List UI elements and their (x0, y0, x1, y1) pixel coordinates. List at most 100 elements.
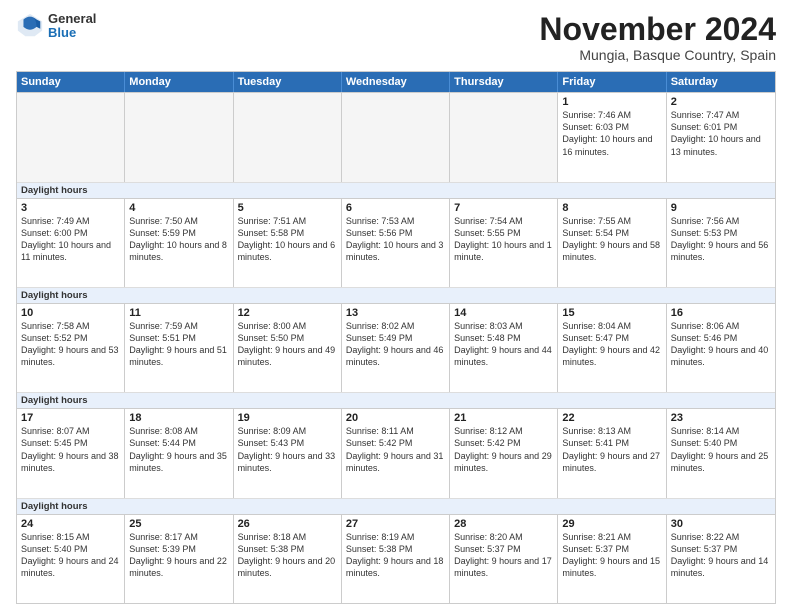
cell-info: Sunrise: 7:53 AM Sunset: 5:56 PM Dayligh… (346, 215, 445, 264)
cell-info: Sunrise: 8:07 AM Sunset: 5:45 PM Dayligh… (21, 425, 120, 474)
cal-cell: 24Sunrise: 8:15 AM Sunset: 5:40 PM Dayli… (17, 515, 125, 603)
cell-info: Sunrise: 8:02 AM Sunset: 5:49 PM Dayligh… (346, 320, 445, 369)
calendar-header: SundayMondayTuesdayWednesdayThursdayFrid… (17, 72, 775, 92)
cal-cell: 11Sunrise: 7:59 AM Sunset: 5:51 PM Dayli… (125, 304, 233, 392)
cell-info: Sunrise: 8:14 AM Sunset: 5:40 PM Dayligh… (671, 425, 771, 474)
day-number: 29 (562, 518, 661, 530)
week-row-2: 3Sunrise: 7:49 AM Sunset: 6:00 PM Daylig… (17, 198, 775, 287)
day-number: 24 (21, 518, 120, 530)
cal-cell (342, 93, 450, 181)
cell-info: Sunrise: 8:11 AM Sunset: 5:42 PM Dayligh… (346, 425, 445, 474)
cal-cell: 4Sunrise: 7:50 AM Sunset: 5:59 PM Daylig… (125, 199, 233, 287)
cell-info: Sunrise: 8:19 AM Sunset: 5:38 PM Dayligh… (346, 531, 445, 580)
daylight-label: Daylight hours (21, 290, 88, 301)
cell-info: Sunrise: 8:13 AM Sunset: 5:41 PM Dayligh… (562, 425, 661, 474)
day-number: 10 (21, 307, 120, 319)
cal-cell: 18Sunrise: 8:08 AM Sunset: 5:44 PM Dayli… (125, 409, 233, 497)
day-number: 28 (454, 518, 553, 530)
header-cell-friday: Friday (558, 72, 666, 92)
daylight-row: Daylight hours (17, 498, 775, 514)
cal-cell: 22Sunrise: 8:13 AM Sunset: 5:41 PM Dayli… (558, 409, 666, 497)
cal-cell: 16Sunrise: 8:06 AM Sunset: 5:46 PM Dayli… (667, 304, 775, 392)
day-number: 15 (562, 307, 661, 319)
daylight-label: Daylight hours (21, 185, 88, 196)
day-number: 6 (346, 202, 445, 214)
week-row-5: 24Sunrise: 8:15 AM Sunset: 5:40 PM Dayli… (17, 514, 775, 603)
cell-info: Sunrise: 7:55 AM Sunset: 5:54 PM Dayligh… (562, 215, 661, 264)
cell-info: Sunrise: 7:46 AM Sunset: 6:03 PM Dayligh… (562, 109, 661, 158)
day-number: 30 (671, 518, 771, 530)
day-number: 13 (346, 307, 445, 319)
logo-text: General Blue (48, 12, 96, 41)
cal-cell: 9Sunrise: 7:56 AM Sunset: 5:53 PM Daylig… (667, 199, 775, 287)
day-number: 9 (671, 202, 771, 214)
week-row-4: 17Sunrise: 8:07 AM Sunset: 5:45 PM Dayli… (17, 408, 775, 497)
cal-cell: 12Sunrise: 8:00 AM Sunset: 5:50 PM Dayli… (234, 304, 342, 392)
cell-info: Sunrise: 8:00 AM Sunset: 5:50 PM Dayligh… (238, 320, 337, 369)
day-number: 25 (129, 518, 228, 530)
header-cell-saturday: Saturday (667, 72, 775, 92)
day-number: 12 (238, 307, 337, 319)
cal-cell (17, 93, 125, 181)
logo: General Blue (16, 12, 96, 41)
cell-info: Sunrise: 8:03 AM Sunset: 5:48 PM Dayligh… (454, 320, 553, 369)
subtitle: Mungia, Basque Country, Spain (539, 47, 776, 63)
logo-general-text: General (48, 12, 96, 26)
day-number: 26 (238, 518, 337, 530)
cal-cell: 13Sunrise: 8:02 AM Sunset: 5:49 PM Dayli… (342, 304, 450, 392)
cell-info: Sunrise: 8:15 AM Sunset: 5:40 PM Dayligh… (21, 531, 120, 580)
header-cell-thursday: Thursday (450, 72, 558, 92)
cell-info: Sunrise: 7:58 AM Sunset: 5:52 PM Dayligh… (21, 320, 120, 369)
day-number: 5 (238, 202, 337, 214)
cell-info: Sunrise: 8:12 AM Sunset: 5:42 PM Dayligh… (454, 425, 553, 474)
day-number: 4 (129, 202, 228, 214)
cal-cell: 5Sunrise: 7:51 AM Sunset: 5:58 PM Daylig… (234, 199, 342, 287)
cal-cell: 17Sunrise: 8:07 AM Sunset: 5:45 PM Dayli… (17, 409, 125, 497)
cal-cell: 2Sunrise: 7:47 AM Sunset: 6:01 PM Daylig… (667, 93, 775, 181)
cal-cell: 1Sunrise: 7:46 AM Sunset: 6:03 PM Daylig… (558, 93, 666, 181)
day-number: 11 (129, 307, 228, 319)
day-number: 2 (671, 96, 771, 108)
header: General Blue November 2024 Mungia, Basqu… (16, 12, 776, 63)
day-number: 16 (671, 307, 771, 319)
header-cell-wednesday: Wednesday (342, 72, 450, 92)
daylight-label: Daylight hours (21, 395, 88, 406)
cal-cell: 26Sunrise: 8:18 AM Sunset: 5:38 PM Dayli… (234, 515, 342, 603)
cal-cell: 29Sunrise: 8:21 AM Sunset: 5:37 PM Dayli… (558, 515, 666, 603)
week-row-3: 10Sunrise: 7:58 AM Sunset: 5:52 PM Dayli… (17, 303, 775, 392)
cell-info: Sunrise: 8:22 AM Sunset: 5:37 PM Dayligh… (671, 531, 771, 580)
header-cell-tuesday: Tuesday (234, 72, 342, 92)
cal-cell: 21Sunrise: 8:12 AM Sunset: 5:42 PM Dayli… (450, 409, 558, 497)
day-number: 18 (129, 412, 228, 424)
logo-blue-text: Blue (48, 26, 96, 40)
cal-cell (450, 93, 558, 181)
calendar-body: 1Sunrise: 7:46 AM Sunset: 6:03 PM Daylig… (17, 92, 775, 603)
main-title: November 2024 (539, 12, 776, 47)
cal-cell (234, 93, 342, 181)
cal-cell: 28Sunrise: 8:20 AM Sunset: 5:37 PM Dayli… (450, 515, 558, 603)
day-number: 23 (671, 412, 771, 424)
day-number: 19 (238, 412, 337, 424)
cell-info: Sunrise: 8:21 AM Sunset: 5:37 PM Dayligh… (562, 531, 661, 580)
cal-cell: 6Sunrise: 7:53 AM Sunset: 5:56 PM Daylig… (342, 199, 450, 287)
cal-cell: 19Sunrise: 8:09 AM Sunset: 5:43 PM Dayli… (234, 409, 342, 497)
cell-info: Sunrise: 8:06 AM Sunset: 5:46 PM Dayligh… (671, 320, 771, 369)
title-block: November 2024 Mungia, Basque Country, Sp… (539, 12, 776, 63)
cell-info: Sunrise: 8:09 AM Sunset: 5:43 PM Dayligh… (238, 425, 337, 474)
cal-cell: 7Sunrise: 7:54 AM Sunset: 5:55 PM Daylig… (450, 199, 558, 287)
cal-cell: 8Sunrise: 7:55 AM Sunset: 5:54 PM Daylig… (558, 199, 666, 287)
cal-cell: 23Sunrise: 8:14 AM Sunset: 5:40 PM Dayli… (667, 409, 775, 497)
cell-info: Sunrise: 8:18 AM Sunset: 5:38 PM Dayligh… (238, 531, 337, 580)
day-number: 8 (562, 202, 661, 214)
cell-info: Sunrise: 7:56 AM Sunset: 5:53 PM Dayligh… (671, 215, 771, 264)
day-number: 14 (454, 307, 553, 319)
cell-info: Sunrise: 7:51 AM Sunset: 5:58 PM Dayligh… (238, 215, 337, 264)
cell-info: Sunrise: 7:47 AM Sunset: 6:01 PM Dayligh… (671, 109, 771, 158)
cell-info: Sunrise: 8:04 AM Sunset: 5:47 PM Dayligh… (562, 320, 661, 369)
cell-info: Sunrise: 8:20 AM Sunset: 5:37 PM Dayligh… (454, 531, 553, 580)
week-row-1: 1Sunrise: 7:46 AM Sunset: 6:03 PM Daylig… (17, 92, 775, 181)
day-number: 27 (346, 518, 445, 530)
cal-cell: 14Sunrise: 8:03 AM Sunset: 5:48 PM Dayli… (450, 304, 558, 392)
cal-cell: 27Sunrise: 8:19 AM Sunset: 5:38 PM Dayli… (342, 515, 450, 603)
cell-info: Sunrise: 7:50 AM Sunset: 5:59 PM Dayligh… (129, 215, 228, 264)
